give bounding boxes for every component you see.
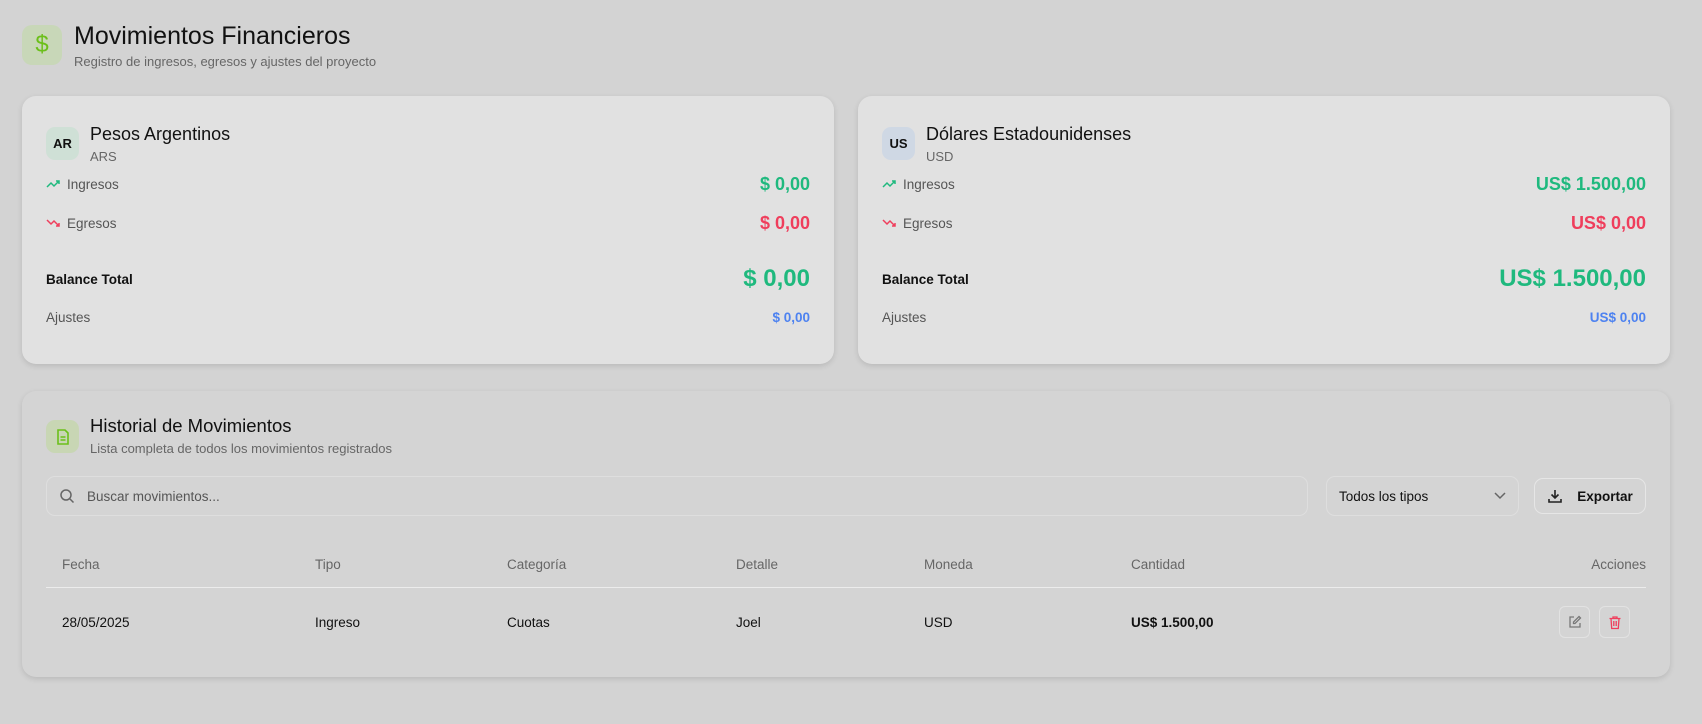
history-subtitle: Lista completa de todos los movimientos … — [90, 441, 393, 456]
expense-label: Egresos — [67, 216, 117, 231]
search-input[interactable]: Buscar movimientos... — [46, 476, 1308, 516]
adjust-label: Ajustes — [46, 310, 91, 325]
cell-fecha: 28/05/2025 — [62, 615, 130, 630]
cell-categoria: Cuotas — [507, 615, 550, 630]
adjust-label: Ajustes — [882, 310, 927, 325]
trending-up-icon — [46, 177, 61, 192]
search-icon — [60, 489, 75, 504]
income-amount: US$ 1.500,00 — [1535, 174, 1646, 194]
balance-amount: $ 0,00 — [743, 265, 810, 292]
trending-down-icon — [46, 216, 61, 231]
dollar-icon: $ — [22, 25, 62, 65]
search-placeholder: Buscar movimientos... — [87, 488, 220, 504]
currency-badge: US — [882, 127, 915, 160]
balance-amount: US$ 1.500,00 — [1499, 265, 1646, 292]
column-header-detalle: Detalle — [736, 557, 779, 572]
column-header-tipo: Tipo — [315, 557, 341, 572]
column-header-categoria: Categoría — [507, 557, 567, 572]
column-header-fecha: Fecha — [62, 557, 100, 572]
currency-name: Pesos Argentinos — [90, 124, 231, 144]
delete-button[interactable] — [1599, 606, 1630, 638]
income-label: Ingresos — [903, 177, 955, 192]
expense-label: Egresos — [903, 216, 953, 231]
column-header-moneda: Moneda — [924, 557, 973, 572]
adjust-amount: $ 0,00 — [772, 310, 810, 325]
balance-label: Balance Total — [882, 271, 969, 287]
chevron-down-icon — [1494, 492, 1506, 500]
trending-down-icon — [882, 216, 897, 231]
download-icon — [1548, 490, 1563, 503]
type-filter-value: Todos los tipos — [1339, 488, 1429, 504]
trash-icon — [1609, 615, 1620, 629]
document-icon — [46, 420, 79, 453]
edit-button[interactable] — [1559, 606, 1590, 638]
cell-cantidad: US$ 1.500,00 — [1131, 615, 1214, 630]
trending-up-icon — [882, 177, 897, 192]
adjust-amount: US$ 0,00 — [1589, 310, 1646, 325]
cell-moneda: USD — [924, 615, 953, 630]
currency-code: ARS — [90, 149, 117, 164]
type-filter-select[interactable]: Todos los tipos — [1326, 476, 1519, 516]
table-divider — [46, 587, 1646, 588]
income-label: Ingresos — [67, 177, 119, 192]
currency-name: Dólares Estadounidenses — [926, 124, 1132, 144]
currency-card-ars: AR Pesos Argentinos ARS Ingresos $ 0,00 E… — [22, 96, 834, 364]
currency-card-usd: US Dólares Estadounidenses USD Ingresos U… — [858, 96, 1670, 364]
column-header-acciones: Acciones — [1591, 557, 1646, 572]
export-button[interactable]: Exportar — [1534, 478, 1646, 514]
column-header-cantidad: Cantidad — [1131, 557, 1186, 572]
expense-amount: US$ 0,00 — [1570, 213, 1646, 233]
page-subtitle: Registro de ingresos, egresos y ajustes … — [74, 54, 377, 69]
currency-badge: AR — [46, 127, 79, 160]
cell-tipo: Ingreso — [315, 615, 361, 630]
expense-amount: $ 0,00 — [759, 213, 810, 233]
export-label: Exportar — [1577, 488, 1633, 504]
page-title: Movimientos Financieros — [74, 22, 351, 50]
history-card: Historial de Movimientos Lista completa … — [22, 391, 1670, 677]
balance-label: Balance Total — [46, 271, 133, 287]
edit-icon — [1568, 615, 1581, 628]
history-title: Historial de Movimientos — [90, 415, 292, 436]
cell-detalle: Joel — [736, 615, 761, 630]
income-amount: $ 0,00 — [759, 174, 810, 194]
currency-code: USD — [926, 149, 954, 164]
